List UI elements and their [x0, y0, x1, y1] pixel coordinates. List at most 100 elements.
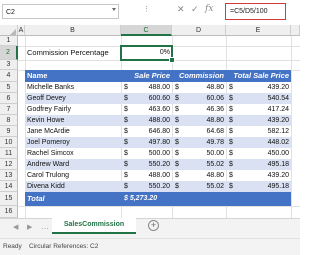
- cell-commission[interactable]: $55.02: [172, 181, 226, 192]
- column-header-c[interactable]: C: [121, 25, 172, 36]
- column-header-a[interactable]: A: [18, 25, 25, 36]
- cell-commission[interactable]: $55.02: [172, 159, 226, 170]
- cell-name[interactable]: Kevin Howe: [25, 115, 121, 126]
- gridline: [18, 206, 300, 207]
- cell-sale-price[interactable]: $488.00: [121, 82, 172, 93]
- total-value[interactable]: $ 5,273.20: [121, 192, 172, 206]
- cell-value: 64.68: [206, 128, 224, 135]
- add-sheet-icon[interactable]: +: [148, 220, 159, 231]
- cell-total[interactable]: $439.20: [226, 115, 291, 126]
- chevron-down-icon[interactable]: [112, 8, 116, 11]
- cell-commission[interactable]: $50.00: [172, 148, 226, 159]
- total-label: Total: [25, 192, 121, 206]
- cell-sale-price[interactable]: $646.80: [121, 126, 172, 137]
- currency-symbol: $: [229, 161, 233, 168]
- currency-symbol: $: [229, 84, 233, 91]
- cell-commission[interactable]: $48.80: [172, 170, 226, 181]
- column-header-d[interactable]: D: [172, 25, 226, 36]
- row-header[interactable]: 12: [0, 159, 18, 170]
- cell-sale-price[interactable]: $488.00: [121, 115, 172, 126]
- row-header[interactable]: 1: [0, 36, 18, 46]
- cell-value: 550.20: [148, 161, 170, 168]
- tab-more-icon[interactable]: …: [41, 222, 49, 231]
- row-header[interactable]: 16: [0, 206, 18, 218]
- cell-name[interactable]: Geoff Devey: [25, 93, 121, 104]
- cell-name[interactable]: Godfrey Fairly: [25, 104, 121, 115]
- cell-total[interactable]: $450.00: [226, 148, 291, 159]
- cell-sale-price[interactable]: $488.00: [121, 170, 172, 181]
- cell-total[interactable]: $495.18: [226, 159, 291, 170]
- cell-sale-price[interactable]: $500.00: [121, 148, 172, 159]
- currency-symbol: $: [229, 150, 233, 157]
- column-header-e[interactable]: E: [226, 25, 291, 36]
- row-header[interactable]: 3: [0, 60, 18, 70]
- currency-symbol: $: [124, 161, 128, 168]
- cell-total[interactable]: $439.20: [226, 82, 291, 93]
- cell-total[interactable]: $495.18: [226, 181, 291, 192]
- cell-total[interactable]: $417.24: [226, 104, 291, 115]
- sheet-tab-salescommission[interactable]: SalesCommission: [52, 218, 136, 234]
- cell-commission[interactable]: $64.68: [172, 126, 226, 137]
- row-header[interactable]: 11: [0, 148, 18, 159]
- cell-name[interactable]: Jane McArdie: [25, 126, 121, 137]
- formula-input[interactable]: =C5/D5/100: [225, 3, 286, 20]
- cell-total[interactable]: $540.54: [226, 93, 291, 104]
- row-header[interactable]: 15: [0, 192, 18, 206]
- tab-prev-icon[interactable]: ◀: [13, 223, 18, 231]
- row-header[interactable]: 2: [0, 46, 18, 60]
- cell-total[interactable]: $439.20: [226, 170, 291, 181]
- cell-commission[interactable]: $60.06: [172, 93, 226, 104]
- row-header[interactable]: 13: [0, 170, 18, 181]
- cell-value: 488.00: [148, 172, 170, 179]
- cell-sale-price[interactable]: $550.20: [121, 159, 172, 170]
- cell-name[interactable]: Divena Kidd: [25, 181, 121, 192]
- cell-value: 463.60: [148, 106, 170, 113]
- cell-total[interactable]: $582.12: [226, 126, 291, 137]
- cell-sale-price[interactable]: $550.20: [121, 181, 172, 192]
- row-header[interactable]: 4: [0, 70, 18, 82]
- insert-function-icon[interactable]: fx: [205, 4, 213, 14]
- currency-symbol: $: [124, 95, 128, 102]
- cell-commission[interactable]: $48.80: [172, 82, 226, 93]
- currency-symbol: $: [229, 106, 233, 113]
- confirm-icon[interactable]: ✓: [191, 4, 199, 15]
- table-header-total-sale-price: Total Sale Price: [226, 70, 291, 82]
- cell-commission[interactable]: $49.78: [172, 137, 226, 148]
- tab-next-icon[interactable]: ▶: [27, 223, 32, 231]
- currency-symbol: $: [175, 95, 179, 102]
- currency-symbol: $: [124, 117, 128, 124]
- cancel-icon[interactable]: ✕: [177, 4, 185, 15]
- cell-name[interactable]: Michelle Banks: [25, 82, 121, 93]
- cell-total[interactable]: $448.02: [226, 137, 291, 148]
- currency-symbol: $: [124, 183, 128, 190]
- row-header[interactable]: 6: [0, 93, 18, 104]
- table-header-sale-price: Sale Price: [121, 70, 172, 82]
- row-header[interactable]: 7: [0, 104, 18, 115]
- row-header[interactable]: 9: [0, 126, 18, 137]
- name-box[interactable]: C2: [2, 4, 119, 19]
- cell-value: 48.80: [206, 84, 224, 91]
- cell-value: 49.78: [206, 139, 224, 146]
- row-header[interactable]: 8: [0, 115, 18, 126]
- row-header[interactable]: 5: [0, 82, 18, 93]
- row-header[interactable]: 14: [0, 181, 18, 192]
- currency-symbol: $: [175, 150, 179, 157]
- cell-name[interactable]: Rachel Simcox: [25, 148, 121, 159]
- cell-sale-price[interactable]: $463.60: [121, 104, 172, 115]
- fill-handle[interactable]: [169, 57, 175, 63]
- cell-commission[interactable]: $48.80: [172, 115, 226, 126]
- row-header[interactable]: 10: [0, 137, 18, 148]
- cell-sale-price[interactable]: $600.60: [121, 93, 172, 104]
- cell-name[interactable]: Carol Trulong: [25, 170, 121, 181]
- cell-value: 55.02: [206, 183, 224, 190]
- cell-commission[interactable]: $46.36: [172, 104, 226, 115]
- cell-name[interactable]: Joel Pomeroy: [25, 137, 121, 148]
- column-header-f[interactable]: [291, 25, 300, 36]
- column-header-b[interactable]: B: [25, 25, 121, 36]
- cell-value: 439.20: [267, 117, 289, 124]
- cell-sale-price[interactable]: $497.80: [121, 137, 172, 148]
- status-circular-references[interactable]: Circular References: C2: [29, 239, 98, 254]
- more-dots-icon: ⋮: [143, 6, 150, 13]
- active-cell-selection: [120, 45, 173, 61]
- cell-name[interactable]: Andrew Ward: [25, 159, 121, 170]
